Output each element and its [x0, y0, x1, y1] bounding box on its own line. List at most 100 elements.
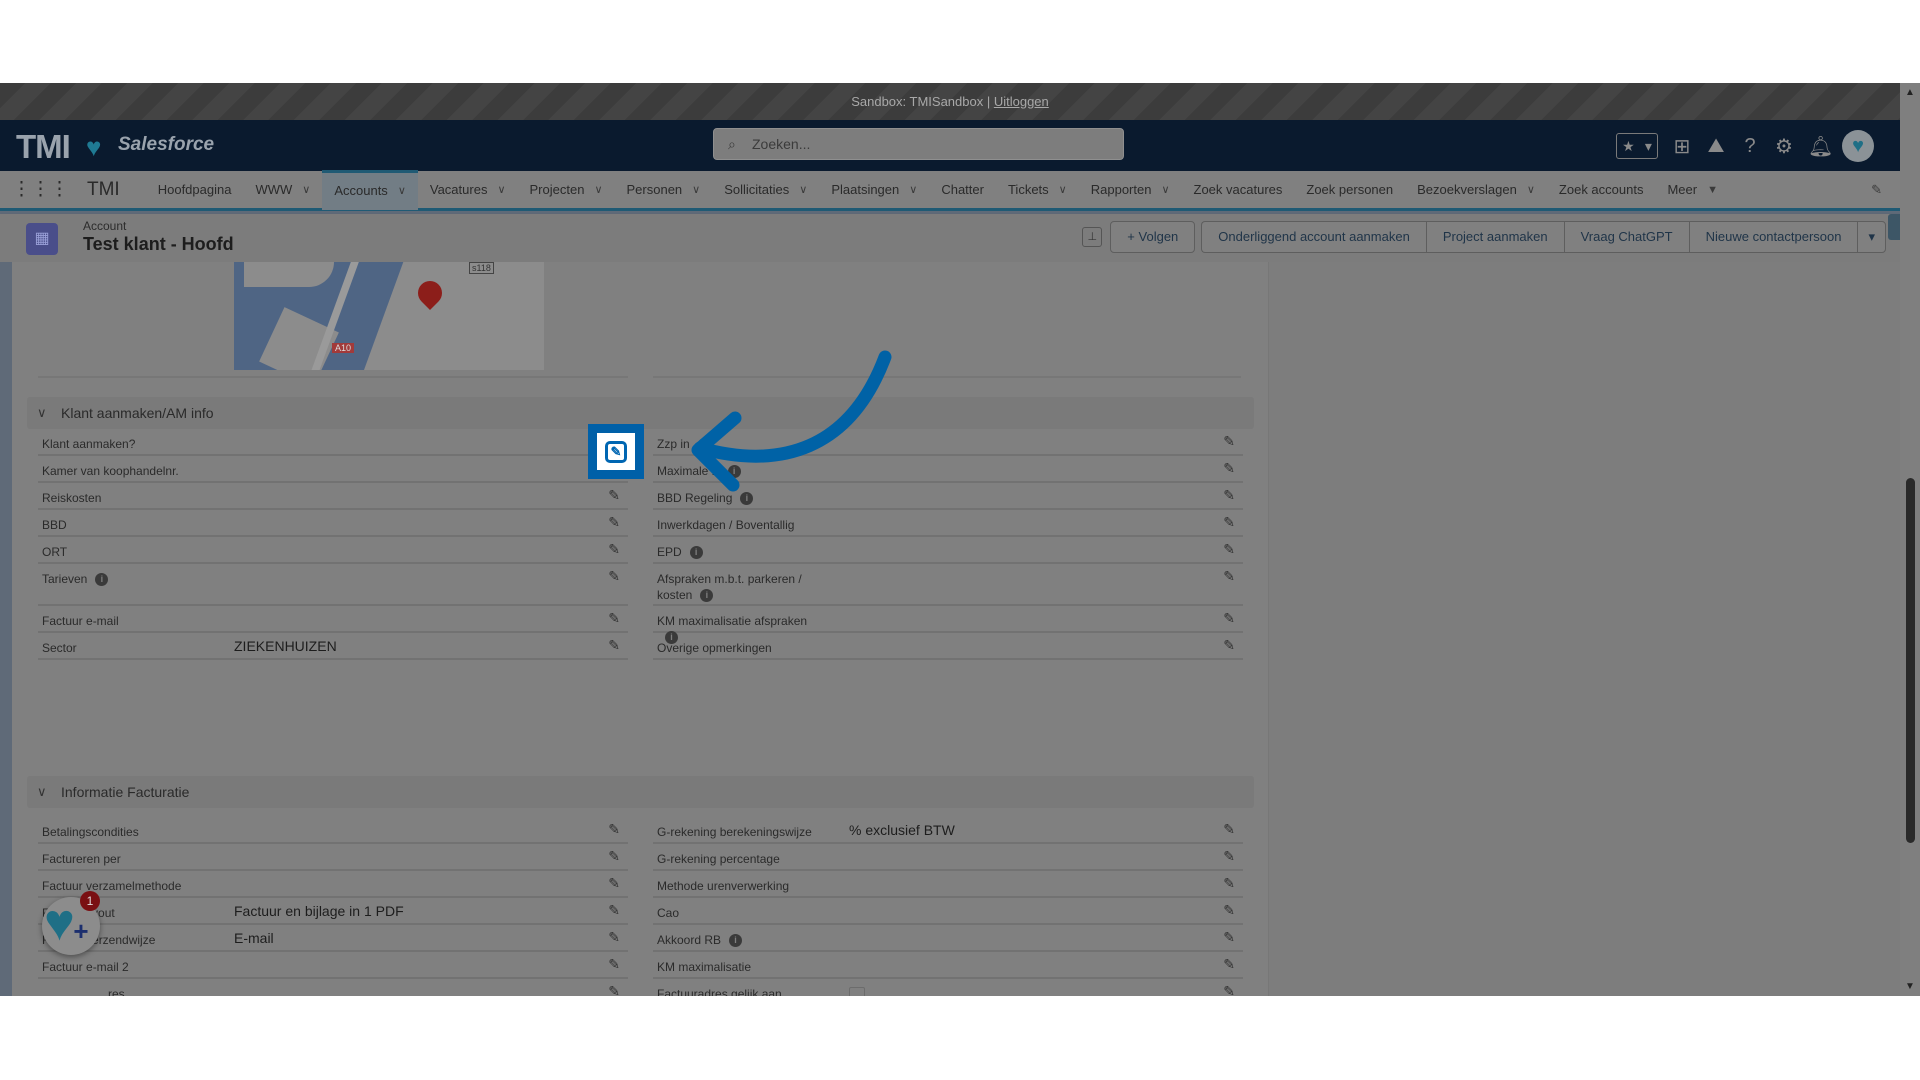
bell-icon[interactable]: 🔔︎	[1808, 134, 1833, 159]
nav-tab-rapporten[interactable]: Rapporten ∨	[1079, 170, 1182, 210]
edit-icon: ✎	[605, 440, 627, 463]
edit-pencil-icon[interactable]: ✎	[1223, 433, 1235, 450]
scrollbar-thumb[interactable]	[1906, 478, 1915, 843]
edit-pencil-icon[interactable]: ✎	[608, 568, 620, 585]
avatar[interactable]: ♥	[1842, 130, 1874, 162]
favorites-button[interactable]: ★ ▾	[1616, 133, 1658, 159]
edit-pencil-icon[interactable]: ✎	[1223, 487, 1235, 504]
nav-tab-tickets[interactable]: Tickets ∨	[996, 170, 1079, 210]
chevron-down-icon[interactable]: ∨	[692, 170, 700, 210]
nav-tab-label: Zoek personen	[1306, 181, 1394, 197]
chevron-down-icon[interactable]: ∨	[1059, 170, 1067, 210]
app-launcher-icon[interactable]: ⋮⋮⋮	[12, 178, 69, 201]
chevron-down-icon[interactable]: ∨	[398, 174, 406, 208]
side-panel-toggle[interactable]	[1888, 214, 1900, 240]
edit-pencil-icon[interactable]: ✎	[608, 875, 620, 892]
nav-tab-meer[interactable]: Meer ▼	[1655, 170, 1730, 210]
scroll-down-icon[interactable]: ▼	[1905, 981, 1915, 992]
edit-pencil-icon[interactable]: ✎	[1223, 875, 1235, 892]
section-header-facturatie[interactable]: ∨ Informatie Facturatie	[27, 776, 1254, 808]
edit-pencil-icon[interactable]: ✎	[608, 902, 620, 919]
nav-tab-hoofdpagina[interactable]: Hoofdpagina	[146, 170, 244, 210]
record-header: ▦ Account Test klant - Hoofd ⊥ + Volgen …	[0, 214, 1900, 262]
edit-pencil-icon[interactable]: ✎	[608, 821, 620, 838]
add-icon[interactable]: ⊞	[1672, 134, 1692, 159]
edit-pencil-icon[interactable]: ✎	[608, 514, 620, 531]
info-icon[interactable]: i	[95, 573, 109, 587]
edit-pencil-icon[interactable]: ✎	[608, 610, 620, 627]
nav-tab-zoek-accounts[interactable]: Zoek accounts	[1547, 170, 1656, 210]
ask-chatgpt-button[interactable]: Vraag ChatGPT	[1563, 221, 1689, 253]
edit-pencil-icon[interactable]: ✎	[608, 487, 620, 504]
field-label: Factuur e-mail	[42, 614, 119, 628]
edit-pencil-icon[interactable]: ✎	[608, 541, 620, 558]
field-row: Factuur verzamelmethode ✎	[38, 871, 628, 898]
nav-tab-bezoekverslagen[interactable]: Bezoekverslagen ∨	[1405, 170, 1547, 210]
chevron-down-icon[interactable]: ∨	[302, 170, 310, 210]
nav-tab-projecten[interactable]: Projecten ∨	[518, 170, 615, 210]
edit-pencil-icon[interactable]: ✎	[608, 848, 620, 865]
chevron-down-icon[interactable]: ▼	[1707, 170, 1718, 210]
nav-tab-vacatures[interactable]: Vacatures ∨	[418, 170, 518, 210]
edit-pencil-icon[interactable]: ✎	[1223, 610, 1235, 627]
edit-pencil-icon[interactable]: ✎	[1223, 983, 1235, 996]
create-project-button[interactable]: Project aanmaken	[1425, 221, 1564, 253]
edit-pencil-icon[interactable]: ✎	[608, 956, 620, 973]
info-icon[interactable]: i	[689, 546, 703, 560]
new-contact-button[interactable]: Nieuwe contactpersoon	[1688, 221, 1858, 253]
field-row: Sector ZIEKENHUIZEN ✎	[38, 633, 628, 660]
location-map[interactable]: A10 s118	[234, 262, 544, 370]
hierarchy-icon[interactable]: ⊥	[1082, 227, 1103, 247]
background-strip	[0, 262, 12, 996]
nav-tab-personen[interactable]: Personen ∨	[615, 170, 713, 210]
nav-tab-zoek-personen[interactable]: Zoek personen	[1294, 170, 1405, 210]
trailhead-icon[interactable]: ⛰	[1706, 135, 1726, 158]
nav-tab-accounts[interactable]: Accounts ∨	[322, 169, 418, 210]
edit-pencil-icon[interactable]: ✎	[1223, 821, 1235, 838]
help-widget-button[interactable]: ♥ + 1	[42, 891, 100, 955]
nav-tab-chatter[interactable]: Chatter	[929, 170, 996, 210]
logout-link[interactable]: Uitloggen	[994, 94, 1049, 109]
field-row: Factuur e-mail 2 ✎	[38, 952, 628, 979]
field-label: Maximale Bi	[657, 463, 827, 479]
chevron-down-icon[interactable]: ∨	[1527, 170, 1535, 210]
nav-tab-sollicitaties[interactable]: Sollicitaties ∨	[712, 170, 819, 210]
highlighted-edit-button[interactable]: ✎	[588, 424, 644, 479]
follow-button[interactable]: + Volgen	[1110, 221, 1196, 253]
edit-pencil-icon[interactable]: ✎	[1223, 929, 1235, 946]
scroll-up-icon[interactable]: ▲	[1905, 87, 1915, 98]
edit-pencil-icon[interactable]: ✎	[1223, 568, 1235, 585]
edit-pencil-icon[interactable]: ✎	[1223, 848, 1235, 865]
edit-pencil-icon[interactable]: ✎	[608, 637, 620, 654]
chevron-down-icon[interactable]: ∨	[799, 170, 807, 210]
chevron-down-icon[interactable]: ∨	[1161, 170, 1169, 210]
edit-pencil-icon[interactable]: ✎	[608, 929, 620, 946]
nav-tab-label: Accounts	[334, 183, 388, 198]
info-icon[interactable]: i	[697, 438, 711, 452]
edit-pencil-icon[interactable]: ✎	[1223, 637, 1235, 654]
scrollbar[interactable]: ▲ ▼	[1900, 83, 1920, 996]
chevron-down-icon[interactable]: ∨	[594, 170, 602, 210]
edit-pencil-icon[interactable]: ✎	[1223, 514, 1235, 531]
gear-icon[interactable]: ⚙	[1774, 134, 1794, 159]
edit-pencil-icon[interactable]: ✎	[1223, 541, 1235, 558]
chevron-down-icon[interactable]: ∨	[497, 170, 505, 210]
edit-pencil-icon[interactable]: ✎	[1223, 460, 1235, 477]
info-icon[interactable]: i	[740, 492, 754, 506]
field-row: Methode urenverwerking ✎	[653, 871, 1243, 898]
nav-tab-plaatsingen[interactable]: Plaatsingen ∨	[819, 170, 929, 210]
edit-pencil-icon[interactable]: ✎	[1223, 956, 1235, 973]
edit-pencil-icon[interactable]: ✎	[1223, 902, 1235, 919]
help-icon[interactable]: ?	[1740, 135, 1760, 158]
search-input[interactable]: ⌕ Zoeken...	[713, 128, 1124, 160]
info-icon[interactable]: i	[729, 934, 743, 948]
edit-nav-icon[interactable]: ✎	[1871, 182, 1882, 198]
chevron-down-icon[interactable]: ∨	[909, 170, 917, 210]
info-icon[interactable]: i	[700, 589, 714, 603]
nav-tab-zoek-vacatures[interactable]: Zoek vacatures	[1182, 170, 1295, 210]
edit-pencil-icon[interactable]: ✎	[608, 983, 620, 996]
more-actions-button[interactable]: ▾	[1857, 221, 1886, 253]
create-child-account-button[interactable]: Onderliggend account aanmaken	[1201, 221, 1426, 253]
info-icon[interactable]: i	[727, 465, 741, 479]
nav-tab-www[interactable]: WWW ∨	[243, 170, 322, 210]
